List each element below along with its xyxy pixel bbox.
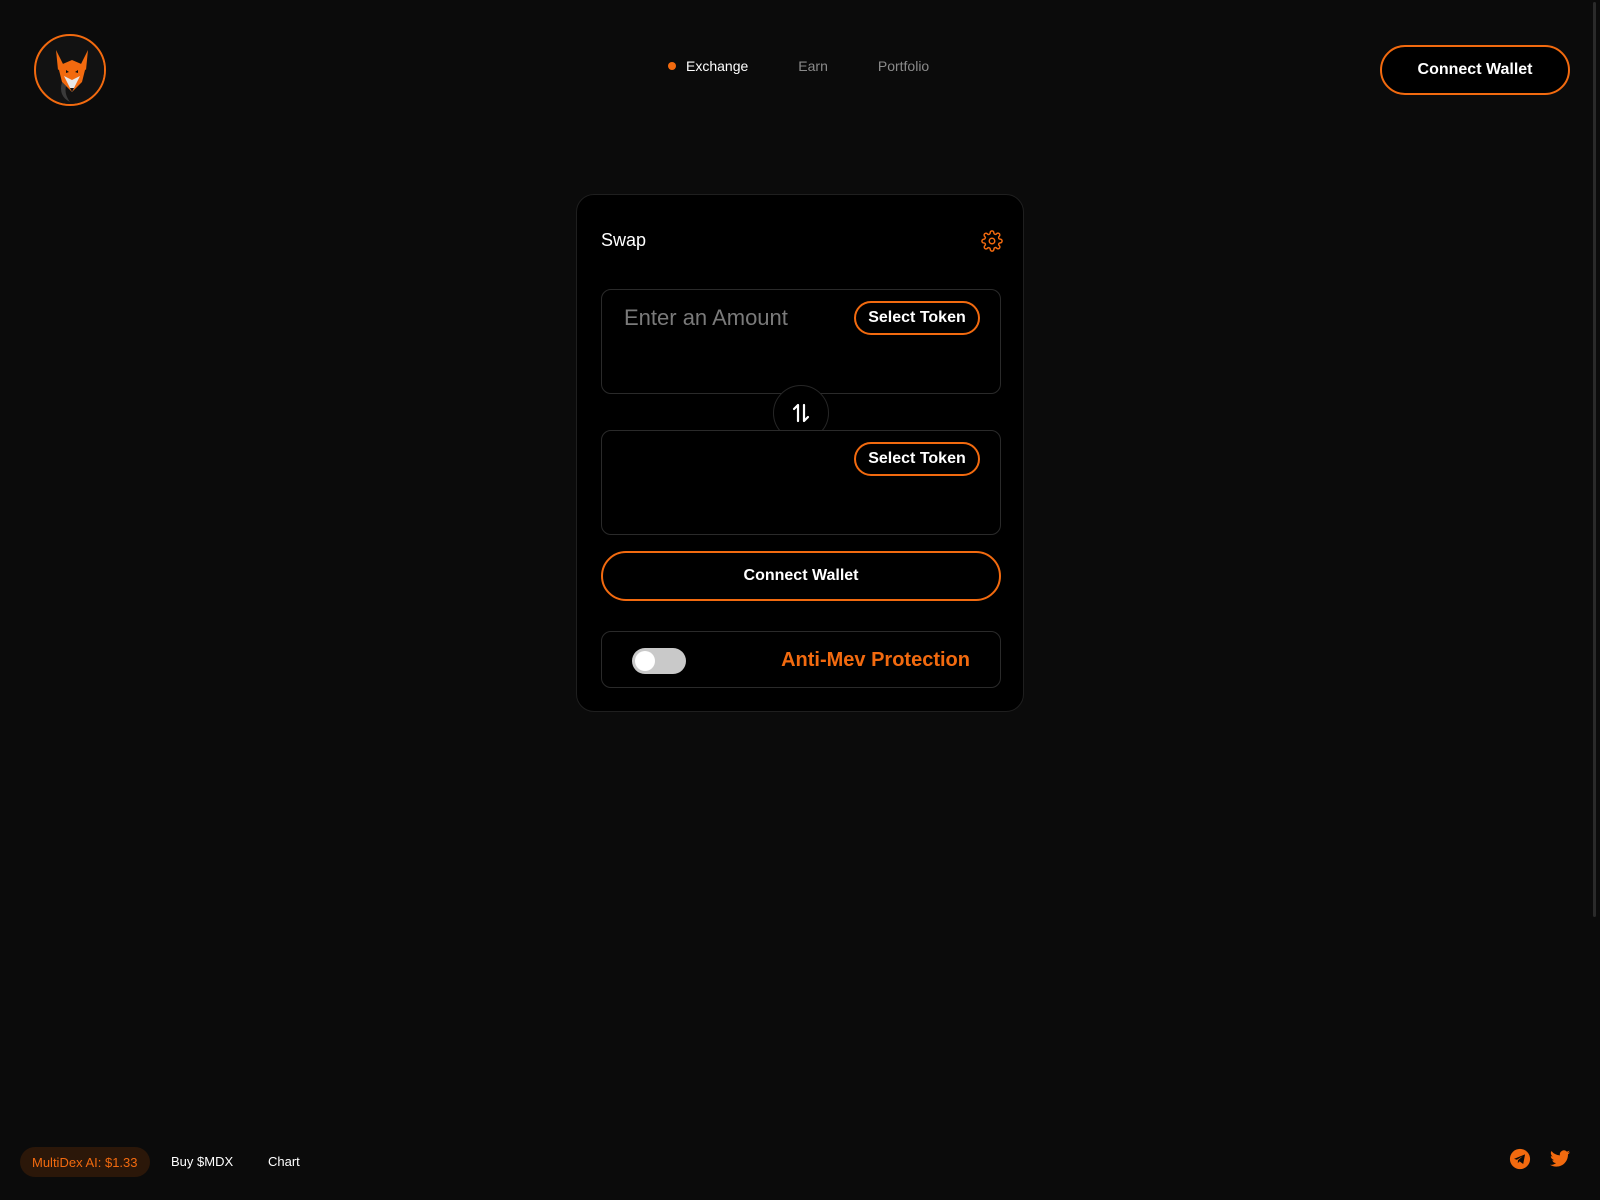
nav-item-earn[interactable]: Earn (798, 58, 828, 74)
scrollbar-track[interactable] (1584, 0, 1600, 1200)
select-from-token-button[interactable]: Select Token (854, 301, 980, 335)
amount-input[interactable] (622, 302, 852, 334)
anti-mev-toggle[interactable] (632, 648, 686, 674)
main-nav: Exchange Earn Portfolio (668, 58, 929, 74)
nav-item-label: Portfolio (877, 58, 930, 74)
anti-mev-box: Anti-Mev Protection (601, 631, 1001, 688)
to-token-box: Select Token (601, 430, 1001, 535)
anti-mev-label: Anti-Mev Protection (781, 649, 970, 671)
nav-item-label: Earn (798, 58, 828, 74)
nav-item-label: Exchange (686, 58, 749, 74)
active-indicator-dot (668, 62, 676, 70)
scrollbar-thumb[interactable] (1593, 2, 1596, 917)
fox-logo-icon[interactable] (34, 34, 106, 106)
swap-card: Swap Select Token Select Token Connect W… (576, 194, 1024, 712)
swap-connect-wallet-button[interactable]: Connect Wallet (601, 551, 1001, 601)
twitter-icon[interactable] (1549, 1148, 1571, 1170)
toggle-knob (635, 651, 655, 671)
nav-item-exchange[interactable]: Exchange (668, 58, 748, 74)
select-to-token-button[interactable]: Select Token (854, 442, 980, 476)
swap-title: Swap (601, 230, 647, 250)
header-connect-wallet-button[interactable]: Connect Wallet (1380, 45, 1570, 95)
token-price-badge: MultiDex AI: $1.33 (20, 1147, 150, 1177)
page: Exchange Earn Portfolio Connect Wallet S… (0, 0, 1600, 1200)
telegram-icon[interactable] (1509, 1148, 1531, 1170)
from-token-box: Select Token (601, 289, 1001, 394)
nav-item-portfolio[interactable]: Portfolio (878, 58, 929, 74)
gear-icon[interactable] (981, 230, 1003, 252)
chart-link[interactable]: Chart (268, 1154, 300, 1169)
buy-mdx-link[interactable]: Buy $MDX (171, 1154, 233, 1169)
